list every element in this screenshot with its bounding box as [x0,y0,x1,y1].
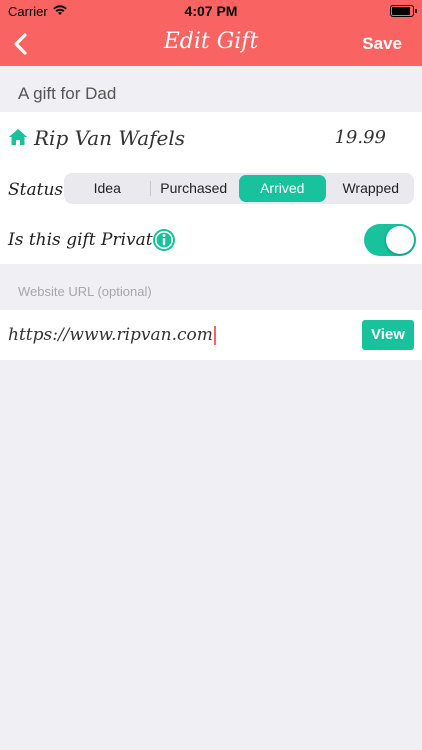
status-option-arrived[interactable]: Arrived [239,175,326,202]
status-segmented-control: Idea Purchased Arrived Wrapped [64,173,414,204]
gift-row[interactable]: Rip Van Wafels 19.99 [0,112,422,164]
info-icon[interactable] [152,228,176,252]
section-title: A gift for Dad [18,84,117,103]
private-toggle[interactable] [364,224,416,256]
url-value: https://www.ripvan.com [8,325,213,345]
gift-name: Rip Van Wafels [34,126,186,150]
gift-price: 19.99 [334,127,386,148]
home-icon [9,129,27,145]
save-button[interactable]: Save [362,34,402,54]
url-input[interactable]: https://www.ripvan.com [8,325,216,345]
page-title: Edit Gift [163,29,259,54]
status-label: Status: [8,180,69,200]
status-bar: Carrier 4:07 PM [0,0,422,22]
private-label: Is this gift Private? [8,230,172,250]
status-option-idea[interactable]: Idea [64,173,151,204]
private-row: Is this gift Private? [0,218,422,264]
toggle-knob [386,226,414,254]
view-button[interactable]: View [362,320,414,350]
text-cursor [213,326,216,345]
status-row: Status: Idea Purchased Arrived Wrapped [0,168,422,208]
nav-bar: Edit Gift Save [0,22,422,66]
url-section-header: Website URL (optional) [18,284,152,299]
battery-icon [390,5,417,17]
status-option-wrapped[interactable]: Wrapped [328,173,415,204]
status-option-purchased[interactable]: Purchased [151,173,238,204]
gift-details-card: Rip Van Wafels 19.99 Status: Idea Purcha… [0,112,422,264]
url-card: https://www.ripvan.com View [0,310,422,360]
clock: 4:07 PM [184,3,238,19]
